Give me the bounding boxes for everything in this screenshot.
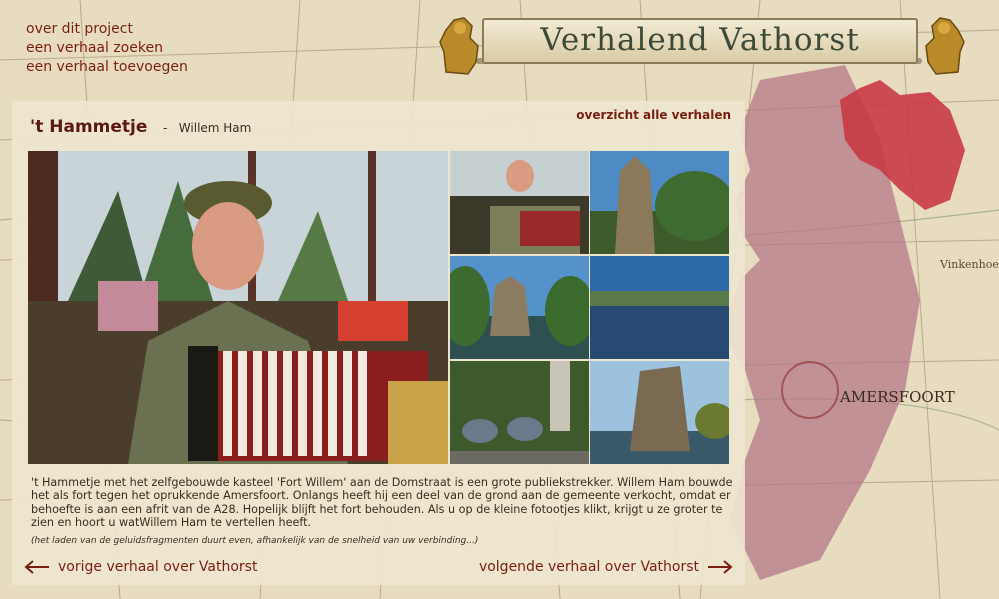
peacocks-statue-thumb[interactable] bbox=[450, 361, 589, 464]
map-label-vinkenhoef: Vinkenhoef bbox=[939, 258, 999, 271]
lion-crest-icon bbox=[439, 17, 479, 75]
story-panel: 't Hammetje - Willem Ham overzicht alle … bbox=[12, 101, 745, 585]
lake-view-thumb[interactable] bbox=[590, 256, 729, 359]
story-author: Willem Ham bbox=[178, 121, 252, 135]
previous-story-label: vorige verhaal over Vathorst bbox=[58, 559, 258, 575]
map-label-amersfoort: AMERSFOORT bbox=[839, 388, 955, 406]
story-title: 't Hammetje bbox=[30, 117, 148, 137]
story-author-line: - Willem Ham bbox=[163, 121, 251, 135]
arrow-right-icon bbox=[708, 560, 733, 574]
castle-tower-thumb[interactable] bbox=[590, 151, 729, 254]
author-separator: - bbox=[163, 121, 168, 135]
site-banner: Verhalend Vathorst bbox=[436, 8, 966, 78]
top-navigation: over dit project een verhaal zoeken een … bbox=[26, 20, 188, 77]
lion-crest-icon bbox=[925, 17, 965, 75]
nav-about-project[interactable]: over dit project bbox=[26, 20, 188, 39]
loading-note: (het laden van de geluidsfragmenten duur… bbox=[31, 536, 479, 546]
next-story-label: volgende verhaal over Vathorst bbox=[478, 559, 699, 575]
all-stories-link[interactable]: overzicht alle verhalen bbox=[576, 108, 731, 122]
fort-ruin-thumb[interactable] bbox=[590, 361, 729, 464]
previous-story-link[interactable]: vorige verhaal over Vathorst bbox=[24, 559, 257, 575]
arrow-left-icon bbox=[24, 560, 49, 574]
story-caption: 't Hammetje met het zelfgebouwde kasteel… bbox=[31, 476, 733, 529]
main-photo bbox=[28, 151, 448, 464]
nav-add-story[interactable]: een verhaal toevoegen bbox=[26, 58, 188, 77]
nav-search-story[interactable]: een verhaal zoeken bbox=[26, 39, 188, 58]
next-story-link[interactable]: volgende verhaal over Vathorst bbox=[479, 559, 733, 575]
banner-scroll: Verhalend Vathorst bbox=[482, 18, 918, 64]
site-title: Verhalend Vathorst bbox=[540, 22, 860, 58]
accordion-player-thumb[interactable] bbox=[450, 151, 589, 254]
castle-lake-thumb[interactable] bbox=[450, 256, 589, 359]
